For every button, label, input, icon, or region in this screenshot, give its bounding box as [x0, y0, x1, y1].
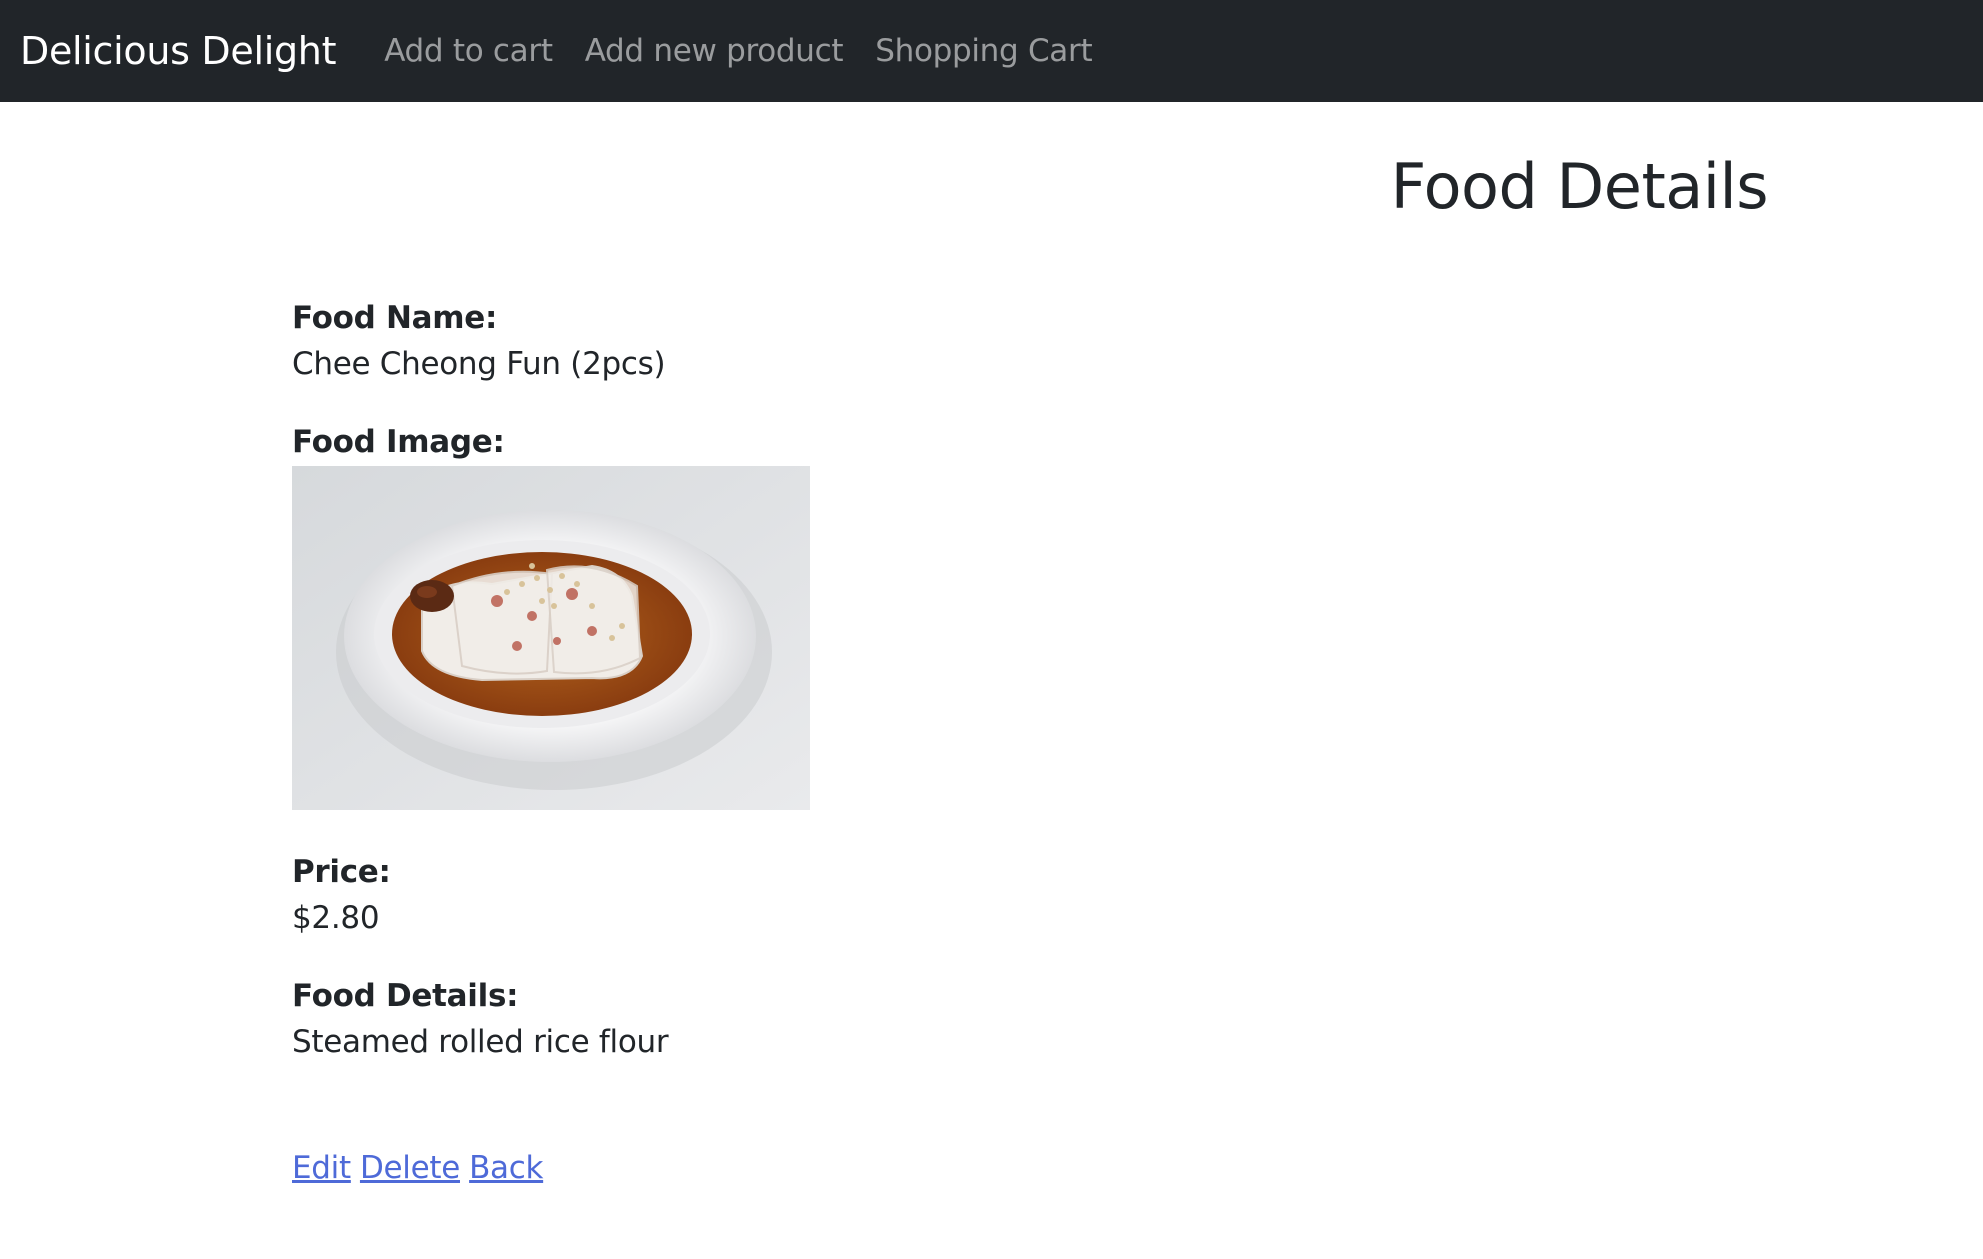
price-value: $2.80: [292, 900, 380, 936]
food-name-group: Food Name: Chee Cheong Fun (2pcs): [292, 296, 1092, 388]
page-title: Food Details: [1390, 150, 1769, 223]
food-details-section: Food Name: Chee Cheong Fun (2pcs) Food I…: [292, 296, 1092, 1098]
food-image: [292, 466, 810, 810]
brand-link[interactable]: Delicious Delight: [20, 29, 336, 73]
food-name-value: Chee Cheong Fun (2pcs): [292, 346, 666, 382]
food-name-label: Food Name:: [292, 300, 498, 336]
nav-add-to-cart[interactable]: Add to cart: [384, 33, 553, 69]
edit-link[interactable]: Edit: [292, 1150, 351, 1186]
food-image-label: Food Image:: [292, 424, 505, 460]
nav-shopping-cart[interactable]: Shopping Cart: [875, 33, 1092, 69]
action-links: Edit Delete Back: [292, 1150, 547, 1186]
nav-add-new-product[interactable]: Add new product: [585, 33, 844, 69]
back-link[interactable]: Back: [469, 1150, 543, 1186]
top-navbar: Delicious Delight Add to cart Add new pr…: [0, 0, 1983, 102]
food-description-group: Food Details: Steamed rolled rice flour: [292, 974, 1092, 1066]
food-description-value: Steamed rolled rice flour: [292, 1024, 669, 1060]
food-description-label: Food Details:: [292, 978, 519, 1014]
food-image-group: Food Image:: [292, 420, 1092, 810]
price-group: Price: $2.80: [292, 850, 1092, 942]
price-label: Price:: [292, 854, 391, 890]
delete-link[interactable]: Delete: [360, 1150, 460, 1186]
nav-links: Add to cart Add new product Shopping Car…: [384, 33, 1124, 69]
